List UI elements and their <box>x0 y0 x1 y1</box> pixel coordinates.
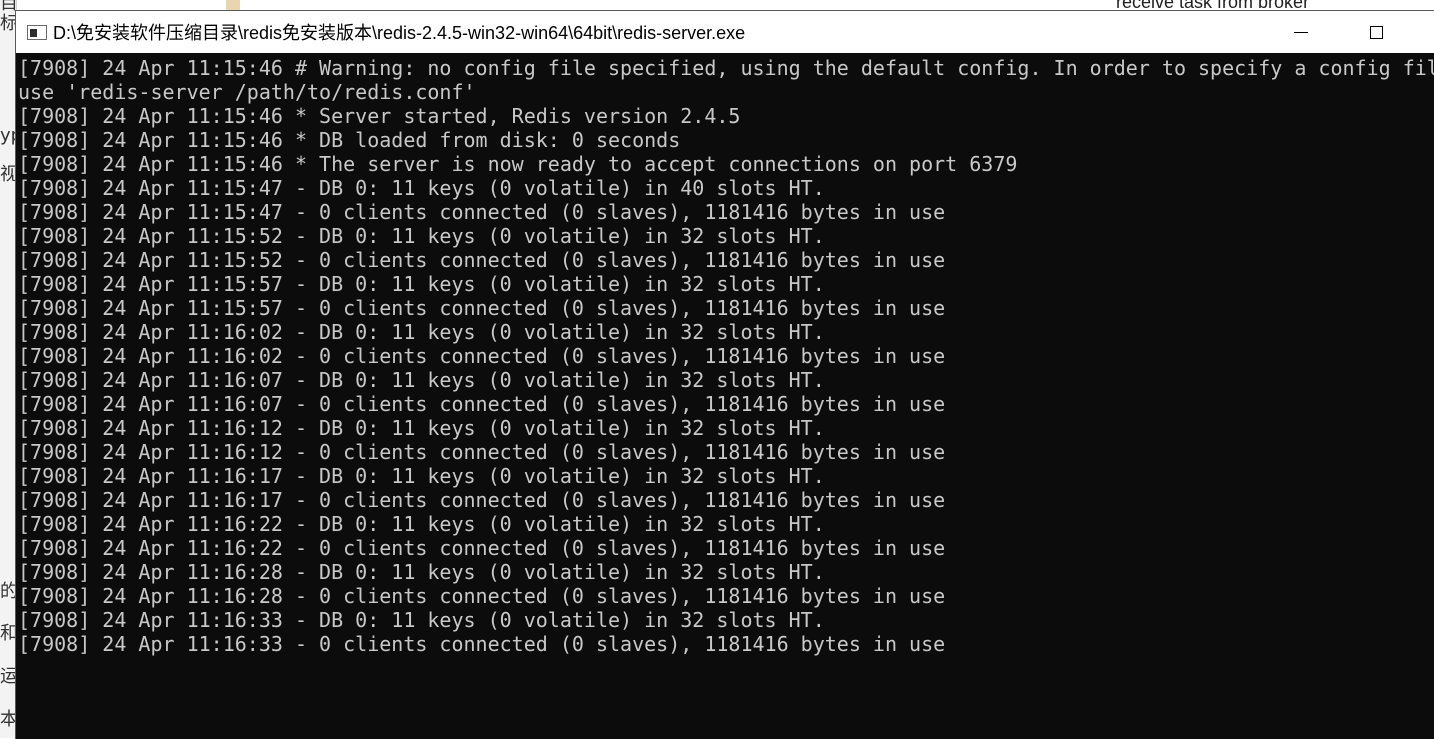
console-line: [7908] 24 Apr 11:16:02 - DB 0: 11 keys (… <box>18 320 825 344</box>
console-line: [7908] 24 Apr 11:16:17 - DB 0: 11 keys (… <box>18 464 825 488</box>
console-line: [7908] 24 Apr 11:16:33 - 0 clients conne… <box>18 632 946 656</box>
minimize-button[interactable] <box>1266 11 1336 53</box>
console-line: [7908] 24 Apr 11:15:52 - 0 clients conne… <box>18 248 946 272</box>
console-line: [7908] 24 Apr 11:16:02 - 0 clients conne… <box>18 344 946 368</box>
console-window[interactable]: D:\免安装软件压缩目录\redis免安装版本\redis-2.4.5-win3… <box>15 10 1434 739</box>
console-line: use 'redis-server /path/to/redis.conf' <box>18 80 476 104</box>
console-line: [7908] 24 Apr 11:16:28 - 0 clients conne… <box>18 584 946 608</box>
console-line: [7908] 24 Apr 11:15:47 - DB 0: 11 keys (… <box>18 176 825 200</box>
minimize-icon <box>1294 31 1308 33</box>
console-line: [7908] 24 Apr 11:16:28 - DB 0: 11 keys (… <box>18 560 825 584</box>
console-output[interactable]: [7908] 24 Apr 11:15:46 # Warning: no con… <box>18 56 1434 739</box>
console-line: [7908] 24 Apr 11:15:57 - 0 clients conne… <box>18 296 946 320</box>
console-line: [7908] 24 Apr 11:15:52 - DB 0: 11 keys (… <box>18 224 825 248</box>
console-line: [7908] 24 Apr 11:15:46 * The server is n… <box>18 152 1018 176</box>
console-app-icon[interactable] <box>27 24 47 40</box>
console-line: [7908] 24 Apr 11:15:46 # Warning: no con… <box>18 56 1434 80</box>
console-line: [7908] 24 Apr 11:16:17 - 0 clients conne… <box>18 488 946 512</box>
console-line: [7908] 24 Apr 11:16:07 - 0 clients conne… <box>18 392 946 416</box>
console-line: [7908] 24 Apr 11:15:46 * Server started,… <box>18 104 741 128</box>
console-line: [7908] 24 Apr 11:16:22 - 0 clients conne… <box>18 536 946 560</box>
maximize-icon <box>1369 25 1383 39</box>
console-line: [7908] 24 Apr 11:15:57 - DB 0: 11 keys (… <box>18 272 825 296</box>
console-line: [7908] 24 Apr 11:16:12 - DB 0: 11 keys (… <box>18 416 825 440</box>
console-line: [7908] 24 Apr 11:15:46 * DB loaded from … <box>18 128 681 152</box>
console-line: [7908] 24 Apr 11:16:22 - DB 0: 11 keys (… <box>18 512 825 536</box>
console-line: [7908] 24 Apr 11:16:07 - DB 0: 11 keys (… <box>18 368 825 392</box>
title-bar[interactable]: D:\免安装软件压缩目录\redis免安装版本\redis-2.4.5-win3… <box>16 11 1434 53</box>
console-line: [7908] 24 Apr 11:16:33 - DB 0: 11 keys (… <box>18 608 825 632</box>
console-line: [7908] 24 Apr 11:15:47 - 0 clients conne… <box>18 200 946 224</box>
console-line: [7908] 24 Apr 11:16:12 - 0 clients conne… <box>18 440 946 464</box>
maximize-button[interactable] <box>1341 11 1411 53</box>
window-title: D:\免安装软件压缩目录\redis免安装版本\redis-2.4.5-win3… <box>53 23 746 43</box>
